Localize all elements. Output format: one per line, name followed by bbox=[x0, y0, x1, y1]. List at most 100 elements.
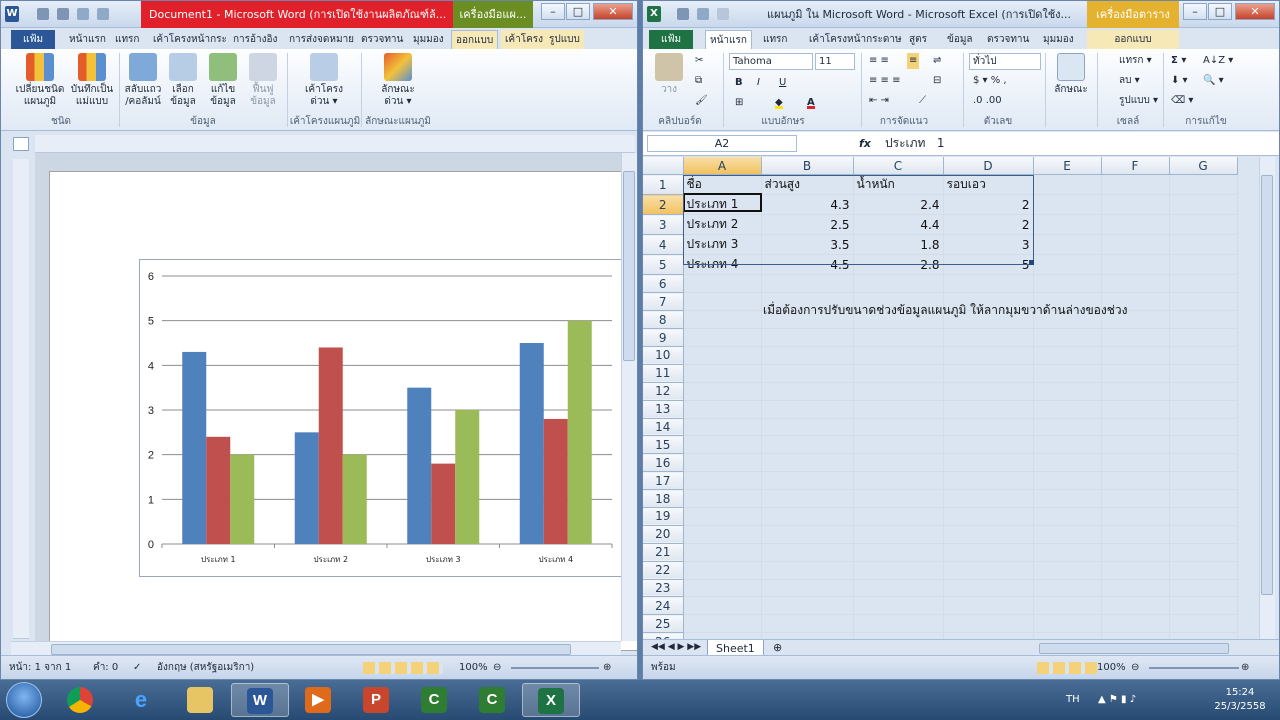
zoom-in-button[interactable]: ⊕ bbox=[1241, 656, 1249, 679]
cell[interactable] bbox=[761, 507, 854, 526]
maximize-button[interactable]: □ bbox=[566, 3, 590, 20]
cell[interactable] bbox=[761, 596, 854, 616]
cell[interactable] bbox=[1101, 579, 1170, 598]
cell[interactable] bbox=[943, 453, 1034, 473]
word-app-icon[interactable]: W bbox=[5, 6, 19, 22]
resize-handle[interactable] bbox=[1029, 260, 1034, 265]
cell[interactable] bbox=[1033, 561, 1102, 580]
cell[interactable] bbox=[943, 489, 1034, 508]
refresh-data-button[interactable]: ฟื้นฟู ข้อมูล bbox=[243, 53, 283, 108]
cell[interactable] bbox=[943, 596, 1034, 616]
tab-insert[interactable]: แทรก bbox=[759, 30, 791, 49]
cell[interactable] bbox=[1033, 400, 1102, 419]
row-header[interactable]: 1 bbox=[643, 174, 684, 196]
cell[interactable] bbox=[1169, 364, 1238, 383]
view-buttons[interactable] bbox=[363, 662, 443, 674]
cell[interactable]: น้ำหนัก bbox=[853, 174, 944, 196]
cell[interactable] bbox=[943, 382, 1034, 401]
cell[interactable] bbox=[1033, 382, 1102, 401]
cell[interactable] bbox=[853, 453, 944, 473]
delete-cells-button[interactable]: ลบ ▾ bbox=[1103, 73, 1140, 89]
cell[interactable] bbox=[683, 382, 762, 401]
sheet-nav-buttons[interactable]: ◀◀ ◀ ▶ ▶▶ bbox=[651, 642, 701, 652]
cell[interactable] bbox=[1169, 382, 1238, 401]
cell[interactable] bbox=[853, 382, 944, 401]
row-header[interactable]: 15 bbox=[643, 435, 684, 455]
cell[interactable] bbox=[853, 418, 944, 437]
tab-table-design[interactable]: ออกแบบ bbox=[1087, 30, 1179, 49]
cell[interactable] bbox=[1033, 234, 1102, 256]
cell[interactable] bbox=[683, 453, 762, 473]
cell[interactable] bbox=[1101, 174, 1170, 196]
cell[interactable] bbox=[1033, 328, 1102, 347]
clock[interactable]: 15:24 25/3/2558 bbox=[1208, 680, 1272, 720]
currency-icon[interactable]: $ ▾ % , bbox=[973, 73, 1007, 89]
cell[interactable] bbox=[1101, 328, 1170, 347]
cell[interactable] bbox=[761, 328, 854, 347]
start-button[interactable] bbox=[6, 682, 42, 718]
cell[interactable] bbox=[761, 274, 854, 294]
cell[interactable] bbox=[1033, 174, 1102, 196]
cell[interactable] bbox=[683, 346, 762, 365]
borders-icon[interactable]: ⊞ bbox=[735, 95, 743, 111]
cell[interactable] bbox=[1169, 561, 1238, 580]
cell[interactable] bbox=[853, 435, 944, 455]
row-header[interactable]: 7 bbox=[643, 292, 684, 312]
format-painter-icon[interactable]: 🖌 bbox=[695, 93, 708, 109]
excel-vertical-scrollbar[interactable] bbox=[1259, 157, 1275, 639]
cell[interactable] bbox=[1033, 435, 1102, 455]
cell[interactable] bbox=[683, 435, 762, 455]
cell[interactable] bbox=[761, 382, 854, 401]
taskbar-camtasia-1[interactable]: C bbox=[406, 683, 464, 717]
cell[interactable] bbox=[1101, 214, 1170, 236]
row-header[interactable]: 22 bbox=[643, 561, 684, 580]
cell[interactable] bbox=[683, 596, 762, 616]
view-buttons[interactable] bbox=[1037, 662, 1097, 674]
word-count[interactable]: คำ: 0 bbox=[93, 656, 118, 679]
cell[interactable]: 2.8 bbox=[853, 254, 944, 276]
row-header[interactable]: 4 bbox=[643, 234, 684, 256]
row-header[interactable]: 16 bbox=[643, 453, 684, 473]
cell[interactable] bbox=[1101, 346, 1170, 365]
font-color-icon[interactable]: A bbox=[807, 95, 815, 109]
cell[interactable] bbox=[943, 614, 1034, 634]
cell[interactable] bbox=[1033, 418, 1102, 437]
cell[interactable] bbox=[1101, 561, 1170, 580]
merge-icon[interactable]: ⊟ bbox=[933, 73, 941, 89]
cell[interactable] bbox=[761, 435, 854, 455]
cell[interactable] bbox=[1033, 471, 1102, 491]
cell[interactable] bbox=[853, 596, 944, 616]
cell[interactable] bbox=[1169, 292, 1238, 312]
zoom-slider[interactable] bbox=[511, 667, 599, 669]
cell[interactable] bbox=[1033, 507, 1102, 526]
insert-cells-button[interactable]: แทรก ▾ bbox=[1103, 53, 1152, 69]
cell[interactable] bbox=[853, 489, 944, 508]
cell[interactable] bbox=[761, 525, 854, 544]
row-header[interactable]: 3 bbox=[643, 214, 684, 236]
align-left-icon[interactable]: ≡ ≡ ≡ bbox=[869, 73, 901, 89]
tab-review[interactable]: ตรวจทาน bbox=[357, 30, 407, 49]
proofing-icon[interactable]: ✓ bbox=[133, 656, 141, 679]
cell[interactable] bbox=[1169, 418, 1238, 437]
cell[interactable] bbox=[1033, 453, 1102, 473]
edit-data-button[interactable]: แก้ไข ข้อมูล bbox=[201, 53, 245, 108]
cell[interactable] bbox=[943, 435, 1034, 455]
cell[interactable] bbox=[1033, 274, 1102, 294]
cell[interactable] bbox=[761, 453, 854, 473]
tab-view[interactable]: มุมมอง bbox=[1039, 30, 1078, 49]
fill-icon[interactable]: ⬇ ▾ bbox=[1171, 73, 1188, 89]
cell[interactable] bbox=[853, 400, 944, 419]
cell[interactable] bbox=[1169, 174, 1238, 196]
zoom-out-button[interactable]: ⊖ bbox=[493, 656, 501, 679]
sort-filter-icon[interactable]: A↓Z ▾ bbox=[1203, 53, 1233, 69]
cell[interactable] bbox=[761, 579, 854, 598]
cell[interactable]: 4.4 bbox=[853, 214, 944, 236]
tab-design[interactable]: ออกแบบ bbox=[451, 30, 499, 49]
cell[interactable] bbox=[1033, 254, 1102, 276]
zoom-out-button[interactable]: ⊖ bbox=[1131, 656, 1139, 679]
cell[interactable] bbox=[853, 346, 944, 365]
cell[interactable] bbox=[943, 507, 1034, 526]
save-icon[interactable] bbox=[37, 8, 49, 20]
tab-references[interactable]: การอ้างอิง bbox=[229, 30, 281, 49]
align-icon[interactable]: ≡ ≡ bbox=[869, 53, 889, 69]
